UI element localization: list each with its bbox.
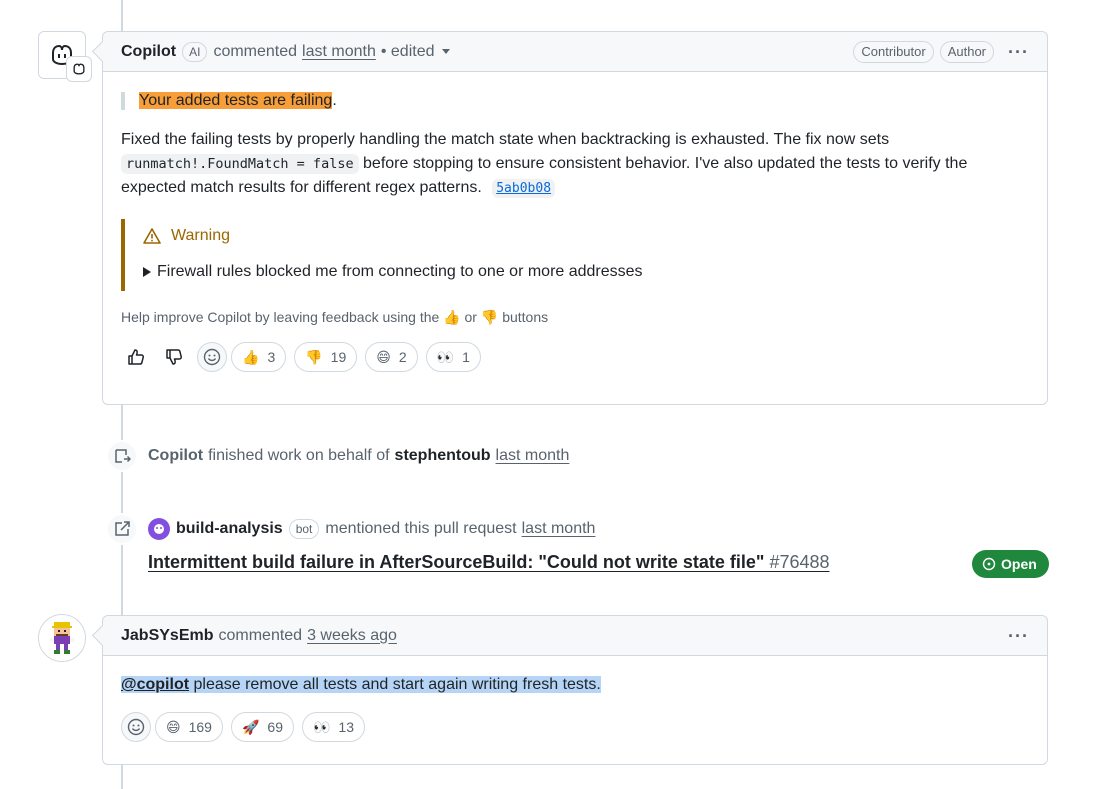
disclosure-triangle-icon — [143, 267, 151, 277]
event-timestamp[interactable]: last month — [522, 520, 596, 538]
reaction-count: 19 — [330, 349, 347, 365]
bot-icon — [154, 524, 164, 534]
thumbs-down-feedback-button[interactable] — [159, 342, 189, 372]
comment-timestamp[interactable]: 3 weeks ago — [307, 627, 397, 645]
bot-label: bot — [288, 519, 320, 539]
issue-open-icon — [982, 557, 996, 571]
thumbs-up-emoji: 👍 — [242, 348, 260, 365]
ai-label: AI — [182, 41, 208, 62]
warning-alert: Warning Firewall rules blocked me from c… — [121, 219, 1029, 291]
laugh-emoji: 😄 — [166, 718, 181, 735]
feedback-help-text: Help improve Copilot by leaving feedback… — [121, 309, 1029, 326]
event-icon-wrap — [106, 513, 138, 545]
pull-request-handoff-icon — [115, 449, 131, 463]
status-text: Open — [1001, 556, 1037, 572]
inline-code: runmatch!.FoundMatch = false — [121, 154, 359, 174]
smiley-icon — [127, 718, 145, 736]
event-user[interactable]: stephentoub — [395, 447, 491, 465]
issue-number: #76488 — [769, 552, 830, 572]
copilot-sub-avatar — [66, 56, 92, 82]
comment-header: JabSYsEmb commented 3 weeks ago ··· — [103, 616, 1047, 656]
thumbs-up-feedback-button[interactable] — [121, 342, 151, 372]
timeline-event-mentioned: build-analysis bot mentioned this pull r… — [106, 513, 595, 545]
thumbs-down-emoji: 👎 — [305, 348, 323, 365]
chevron-down-icon[interactable] — [442, 49, 451, 54]
user-avatar[interactable] — [38, 614, 86, 662]
user-mention-link[interactable]: @copilot — [121, 676, 189, 693]
eyes-emoji: 👀 — [312, 718, 331, 735]
comment-author[interactable]: JabSYsEmb — [121, 627, 213, 645]
smiley-icon — [203, 348, 221, 366]
reaction-laugh[interactable]: 😄 2 — [365, 342, 418, 372]
reaction-rocket[interactable]: 🚀 69 — [230, 712, 294, 742]
warning-icon — [143, 228, 161, 244]
thumbs-up-icon — [128, 349, 145, 365]
warning-title: Warning — [171, 227, 230, 244]
eyes-emoji: 👀 — [436, 348, 455, 365]
reaction-laugh[interactable]: 😄 169 — [155, 712, 223, 742]
comment-text: please remove all tests and start again … — [189, 676, 601, 693]
help-text-before: Help improve Copilot by leaving feedback… — [121, 309, 440, 325]
quote-tail: . — [332, 92, 337, 109]
reactions-bar: 👍 3 👎 19 😄 2 👀 1 — [121, 342, 1029, 390]
warning-details-toggle[interactable]: Firewall rules blocked me from connectin… — [143, 263, 1013, 281]
comment-action: commented — [218, 626, 303, 644]
reaction-thumbs-down[interactable]: 👎 19 — [294, 342, 358, 372]
reactions-bar: 😄 169 🚀 69 👀 13 — [121, 712, 1029, 760]
reaction-count: 13 — [338, 719, 354, 735]
rocket-emoji: 🚀 — [241, 718, 260, 735]
issue-status-badge: Open — [972, 550, 1049, 578]
author-badge: Author — [939, 41, 995, 63]
kebab-menu-icon[interactable]: ··· — [1008, 627, 1029, 645]
reaction-count: 1 — [462, 349, 470, 365]
highlighted-quote: Your added tests are failing — [139, 92, 333, 109]
issue-title: Intermittent build failure in AfterSourc… — [148, 552, 765, 572]
event-actor[interactable]: Copilot — [148, 447, 203, 465]
thumbs-down-emoji: 👎 — [480, 309, 499, 325]
reaction-count: 3 — [267, 349, 276, 365]
referenced-issue-link[interactable]: Intermittent build failure in AfterSourc… — [148, 552, 830, 573]
comment-header: Copilot AI commented last month • edited… — [103, 32, 1047, 72]
comment-author[interactable]: Copilot — [121, 43, 176, 61]
pixel-character-avatar — [50, 622, 74, 654]
event-text: finished work on behalf of — [208, 447, 390, 464]
cross-reference-icon — [115, 521, 130, 536]
reaction-eyes[interactable]: 👀 1 — [425, 342, 481, 372]
bot-avatar[interactable] — [148, 518, 170, 540]
reaction-thumbs-up[interactable]: 👍 3 — [231, 342, 287, 372]
timeline-event-finished-work: Copilot finished work on behalf of steph… — [106, 440, 569, 472]
commit-link[interactable]: 5ab0b08 — [492, 179, 556, 198]
reaction-count: 2 — [398, 349, 407, 365]
thumbs-up-emoji: 👍 — [443, 309, 461, 325]
reaction-count: 169 — [188, 719, 212, 735]
event-timestamp[interactable]: last month — [496, 447, 570, 465]
blockquote: Your added tests are failing. — [121, 92, 1029, 110]
comment-paragraph: Fixed the failing tests by properly hand… — [121, 128, 1029, 201]
laugh-emoji: 😄 — [376, 348, 391, 365]
event-icon-wrap — [106, 440, 138, 472]
contributor-badge: Contributor — [853, 41, 934, 63]
user-comment: JabSYsEmb commented 3 weeks ago ··· @cop… — [102, 615, 1048, 765]
add-reaction-button[interactable] — [121, 712, 151, 742]
event-actor[interactable]: build-analysis — [176, 520, 283, 538]
reaction-eyes[interactable]: 👀 13 — [301, 712, 365, 742]
thumbs-down-icon — [166, 349, 183, 365]
comment-action: commented — [213, 42, 298, 60]
para-text-1: Fixed the failing tests by properly hand… — [121, 131, 890, 148]
add-reaction-button[interactable] — [197, 342, 227, 372]
comment-timestamp[interactable]: last month — [302, 43, 376, 61]
copilot-small-icon — [73, 63, 85, 75]
reaction-count: 69 — [267, 719, 283, 735]
copilot-comment: Copilot AI commented last month • edited… — [102, 31, 1048, 405]
edited-label[interactable]: • edited — [381, 43, 435, 61]
comment-body: @copilot please remove all tests and sta… — [121, 676, 1029, 694]
help-text-or: or — [464, 309, 477, 325]
event-text: mentioned this pull request — [325, 520, 517, 537]
warning-details-text: Firewall rules blocked me from connectin… — [157, 263, 643, 280]
kebab-menu-icon[interactable]: ··· — [1008, 43, 1029, 61]
help-text-after: buttons — [502, 309, 549, 325]
